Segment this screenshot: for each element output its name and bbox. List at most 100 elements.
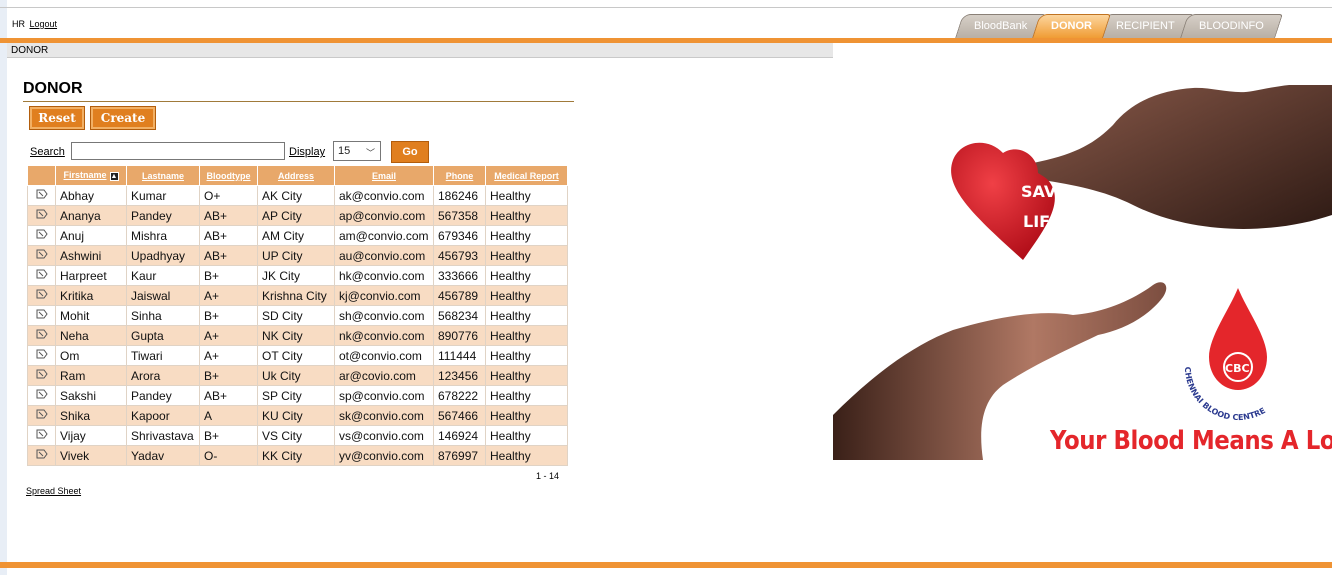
cell-bloodtype: AB+ [199, 225, 258, 246]
banner-tagline: Your Blood Means A Lot [1050, 426, 1332, 456]
table-row: Vijay Shrivastava B+ VS City vs@convio.com 14… [27, 425, 568, 446]
search-input[interactable] [71, 142, 285, 160]
cell-lastname: Yadav [126, 445, 200, 466]
table-row: Ram Arora B+ Uk City ar@covio.com 123456 Healt… [27, 365, 568, 386]
logout-link[interactable]: Logout [30, 19, 58, 29]
cell-lastname: Pandey [126, 385, 200, 406]
tab-donor[interactable]: DONOR [1032, 14, 1112, 38]
table-row: Kritika Jaiswal A+ Krishna City kj@convio.co… [27, 285, 568, 306]
cell-bloodtype: A [199, 405, 258, 426]
edit-row-icon[interactable] [27, 285, 56, 306]
edit-row-icon[interactable] [27, 385, 56, 406]
display-label[interactable]: Display [289, 146, 325, 158]
cell-email: am@convio.com [334, 225, 434, 246]
spreadsheet-link[interactable]: Spread Sheet [26, 486, 81, 496]
sort-ascending-icon[interactable]: ▲ [109, 171, 119, 181]
page-left-edge [0, 0, 7, 575]
column-header-firstname[interactable]: Firstname ▲ [55, 165, 127, 186]
cell-email: kj@convio.com [334, 285, 434, 306]
edit-row-icon[interactable] [27, 365, 56, 386]
cell-lastname: Pandey [126, 205, 200, 226]
cell-email: ak@convio.com [334, 185, 434, 206]
column-header-bloodtype[interactable]: Bloodtype [199, 165, 258, 186]
table-row: Mohit Sinha B+ SD City sh@convio.com 568234 He… [27, 305, 568, 326]
cell-address: NK City [257, 325, 335, 346]
cell-email: au@convio.com [334, 245, 434, 266]
cell-phone: 890776 [433, 325, 486, 346]
heart-text-save: SAVE [1021, 182, 1067, 201]
edit-row-icon[interactable] [27, 405, 56, 426]
display-count-select[interactable]: 15 ﹀ [333, 141, 381, 161]
cell-firstname: Vivek [55, 445, 127, 466]
table-row: Om Tiwari A+ OT City ot@convio.com 111444 Heal… [27, 345, 568, 366]
tab-bloodinfo[interactable]: BLOODINFO [1179, 14, 1283, 38]
cell-address: SP City [257, 385, 335, 406]
cell-address: UP City [257, 245, 335, 266]
cell-bloodtype: O- [199, 445, 258, 466]
table-row: Harpreet Kaur B+ JK City hk@convio.com 333666… [27, 265, 568, 286]
cell-medical-report: Healthy [485, 225, 568, 246]
cell-firstname: Harpreet [55, 265, 127, 286]
column-header-phone[interactable]: Phone [433, 165, 486, 186]
cell-firstname: Mohit [55, 305, 127, 326]
cell-firstname: Om [55, 345, 127, 366]
table-row: Anuj Mishra AB+ AM City am@convio.com 679346 H… [27, 225, 568, 246]
go-button[interactable]: Go [391, 141, 429, 163]
cell-bloodtype: A+ [199, 285, 258, 306]
edit-row-icon[interactable] [27, 225, 56, 246]
create-button[interactable]: Create [90, 106, 156, 130]
cell-address: Krishna City [257, 285, 335, 306]
cell-bloodtype: O+ [199, 185, 258, 206]
cell-medical-report: Healthy [485, 385, 568, 406]
table-row: Ashwini Upadhyay AB+ UP City au@convio.com 45… [27, 245, 568, 266]
table-row: Abhay Kumar O+ AK City ak@convio.com 186246 He… [27, 185, 568, 206]
cell-medical-report: Healthy [485, 185, 568, 206]
cell-phone: 186246 [433, 185, 486, 206]
top-divider [0, 7, 1332, 8]
cell-address: OT City [257, 345, 335, 366]
main-tabs: BloodBank DONOR RECIPIENT BLOODINFO [955, 14, 1283, 38]
edit-row-icon[interactable] [27, 445, 56, 466]
edit-row-icon[interactable] [27, 425, 56, 446]
cell-medical-report: Healthy [485, 285, 568, 306]
table-row: Ananya Pandey AB+ AP City ap@convio.com 56735… [27, 205, 568, 226]
edit-row-icon[interactable] [27, 345, 56, 366]
user-area: HR Logout [12, 19, 57, 29]
edit-row-icon[interactable] [27, 185, 56, 206]
cell-firstname: Neha [55, 325, 127, 346]
column-header-address[interactable]: Address [257, 165, 335, 186]
cell-medical-report: Healthy [485, 325, 568, 346]
table-row: Neha Gupta A+ NK City nk@convio.com 890776 Hea… [27, 325, 568, 346]
edit-row-icon[interactable] [27, 205, 56, 226]
search-label[interactable]: Search [30, 146, 65, 158]
page-title: DONOR [23, 80, 83, 97]
cell-address: SD City [257, 305, 335, 326]
cell-address: KU City [257, 405, 335, 426]
edit-row-icon[interactable] [27, 305, 56, 326]
column-header-email[interactable]: Email [334, 165, 434, 186]
cell-phone: 679346 [433, 225, 486, 246]
cell-firstname: Anuj [55, 225, 127, 246]
tab-label: RECIPIENT [1116, 20, 1175, 32]
cell-medical-report: Healthy [485, 265, 568, 286]
cell-phone: 111444 [433, 345, 486, 366]
user-label: HR [12, 19, 25, 29]
reset-button[interactable]: Reset [29, 106, 85, 130]
tab-recipient[interactable]: RECIPIENT [1097, 14, 1194, 38]
cell-bloodtype: B+ [199, 425, 258, 446]
cell-lastname: Upadhyay [126, 245, 200, 266]
footer-accent-bar [0, 562, 1332, 568]
heart-text-life: LIFE [1023, 212, 1061, 231]
cell-phone: 456789 [433, 285, 486, 306]
edit-row-icon[interactable] [27, 245, 56, 266]
heart-icon [951, 142, 1055, 260]
column-header-lastname[interactable]: Lastname [126, 165, 200, 186]
table-body: Abhay Kumar O+ AK City ak@convio.com 186246 He… [27, 185, 568, 466]
column-header-medical-report[interactable]: Medical Report [485, 165, 568, 186]
cell-phone: 568234 [433, 305, 486, 326]
cell-lastname: Kaur [126, 265, 200, 286]
edit-row-icon[interactable] [27, 265, 56, 286]
cell-medical-report: Healthy [485, 425, 568, 446]
cell-bloodtype: AB+ [199, 205, 258, 226]
edit-row-icon[interactable] [27, 325, 56, 346]
